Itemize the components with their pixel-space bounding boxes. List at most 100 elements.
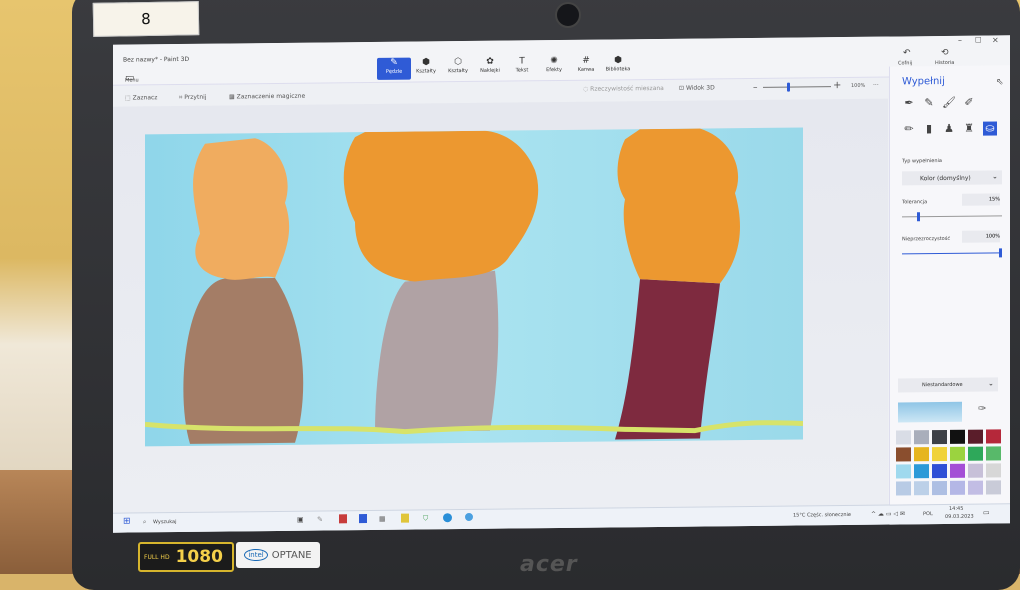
taskbar-app-icon[interactable]: ✎ — [317, 515, 323, 523]
color-swatch[interactable] — [986, 446, 1001, 461]
tool-naklejki-button[interactable]: ✿ Naklejki — [473, 57, 507, 79]
tool-tekst-button[interactable]: T Tekst — [505, 56, 539, 78]
color-swatch[interactable] — [932, 463, 947, 479]
zoom-slider-thumb[interactable] — [787, 82, 790, 92]
search-icon[interactable]: ⌕ — [143, 518, 146, 526]
file-explorer-icon[interactable] — [401, 513, 409, 523]
shield-icon[interactable]: ⛉ — [423, 514, 428, 523]
tool-pędzle-button[interactable]: ✎ Pędzle — [377, 57, 411, 80]
color-swatch[interactable] — [986, 429, 1001, 444]
oil-brush-icon[interactable]: 🖌 — [942, 96, 956, 110]
mixed-reality-button[interactable]: ◌ Rzeczywistość mieszana — [583, 85, 664, 93]
finish-dropdown[interactable]: Niestandardowe ⌄ — [898, 377, 998, 393]
view3d-button[interactable]: ⊡ Widok 3D — [679, 84, 715, 91]
crop-tool[interactable]: ⌗ Przytnij — [179, 94, 206, 102]
color-swatch[interactable] — [896, 481, 911, 496]
fill-bucket-icon[interactable]: ⛀ — [983, 121, 997, 136]
taskbar-app-icon[interactable] — [359, 514, 367, 524]
tool-label: Biblioteka — [605, 66, 631, 73]
marker-icon[interactable]: ✒ — [902, 96, 916, 110]
eraser-icon[interactable]: ▮ — [922, 122, 936, 136]
full-hd-sticker: FULL HD 1080 — [138, 542, 234, 572]
opacity-slider[interactable] — [902, 252, 1002, 255]
close-button[interactable]: × — [992, 35, 999, 44]
fill-type-dropdown[interactable]: Kolor (domyślny) ⌄ — [902, 170, 1002, 186]
opacity-input[interactable]: 100% — [962, 230, 1000, 243]
more-button[interactable]: ··· — [873, 82, 879, 89]
weather[interactable]: 15°C Częśc. słonecznie — [793, 512, 851, 519]
crayon-icon[interactable]: ♟ — [942, 122, 956, 136]
color-swatch[interactable] — [932, 446, 947, 462]
tool-kanwa-button[interactable]: # Kanwa — [569, 56, 603, 78]
zoom-in-icon[interactable]: + — [833, 80, 841, 91]
color-swatch[interactable] — [932, 429, 947, 445]
notification-icon[interactable]: ▭ — [983, 509, 990, 517]
language[interactable]: POL — [923, 511, 933, 517]
tool-glyph-icon: ✎ — [390, 57, 398, 68]
tolerance-slider-thumb[interactable] — [916, 212, 920, 222]
taskbar-search[interactable]: Wyszukaj — [153, 519, 176, 525]
current-color-preview — [898, 401, 962, 423]
watercolor-icon[interactable]: ✐ — [962, 96, 976, 110]
taskbar-app-icon[interactable] — [465, 512, 473, 522]
undo-icon[interactable]: ↶ — [903, 48, 911, 58]
color-swatch[interactable] — [986, 463, 1001, 478]
color-swatch[interactable] — [968, 463, 983, 478]
color-swatch[interactable] — [896, 447, 911, 462]
zoom-slider[interactable] — [763, 86, 831, 88]
view3d-label: Widok 3D — [685, 84, 715, 92]
color-swatch[interactable] — [896, 430, 911, 445]
full-hd-label: FULL HD — [144, 553, 170, 561]
laptop-screen: Bez nazwy* - Paint 3D ▭ Menu ✎ Pędzle ⬢ Ksz… — [113, 35, 1010, 533]
magic-select-tool[interactable]: ▦ Zaznaczenie magiczne — [229, 93, 305, 101]
color-swatch[interactable] — [896, 464, 911, 479]
opacity-slider-thumb[interactable] — [999, 248, 1002, 258]
edge-icon[interactable] — [443, 513, 452, 523]
color-swatch[interactable] — [950, 446, 965, 461]
select-tool[interactable]: ⬚ Zaznacz — [125, 94, 157, 101]
calligraphy-pen-icon[interactable]: ✎ — [922, 96, 936, 110]
tool-biblioteka-button[interactable]: ⬢ Biblioteka — [601, 55, 635, 77]
eyedropper-icon[interactable]: ✑ — [978, 404, 986, 415]
chevron-down-icon: ⌄ — [988, 379, 994, 388]
windows-start-icon[interactable]: ⊞ — [123, 517, 131, 527]
chevron-down-icon: ⌄ — [992, 172, 998, 181]
spray-icon[interactable]: ♜ — [962, 122, 976, 136]
color-swatch[interactable] — [950, 429, 965, 444]
color-swatch[interactable] — [950, 480, 965, 495]
zoom-out-icon[interactable]: – — [753, 83, 758, 93]
intel-optane-sticker: intel OPTANE — [236, 542, 320, 568]
tool-kształty-button[interactable]: ⬡ Kształty — [441, 57, 475, 79]
tool-kształty-button[interactable]: ⬢ Kształty — [409, 57, 443, 79]
tool-glyph-icon: ⬡ — [454, 57, 462, 68]
tray-icons[interactable]: ^ ☁ ▭ ◁ ✉ — [871, 510, 905, 517]
maximize-button[interactable]: □ — [975, 36, 982, 44]
clock-date[interactable]: 09.03.2023 — [945, 514, 974, 520]
full-hd-value: 1080 — [175, 547, 223, 567]
tool-glyph-icon: # — [582, 55, 590, 66]
color-swatch[interactable] — [968, 429, 983, 444]
color-swatch[interactable] — [914, 481, 929, 496]
cursor-icon: ⇖ — [996, 77, 1004, 88]
history-icon[interactable]: ⟲ — [941, 48, 949, 58]
tool-glyph-icon: ✿ — [486, 56, 494, 67]
color-swatch[interactable] — [914, 430, 929, 445]
color-swatch[interactable] — [932, 480, 947, 496]
tool-efekty-button[interactable]: ✺ Efekty — [537, 56, 571, 78]
drawing-canvas[interactable] — [144, 127, 804, 447]
color-swatch[interactable] — [986, 480, 1001, 495]
tolerance-input[interactable]: 15% — [962, 193, 1000, 206]
clock-time[interactable]: 14:45 — [949, 506, 963, 512]
taskbar-app-icon[interactable]: ▦ — [379, 515, 386, 523]
pencil-icon[interactable]: ✏ — [902, 122, 916, 136]
tolerance-value: 15% — [988, 196, 1000, 203]
taskbar-app-icon[interactable] — [339, 514, 347, 524]
color-swatch[interactable] — [968, 480, 983, 495]
minimize-button[interactable]: – — [958, 36, 962, 45]
color-swatch[interactable] — [968, 446, 983, 461]
color-swatch[interactable] — [914, 447, 929, 462]
taskview-icon[interactable]: ▣ — [297, 516, 304, 524]
color-swatch[interactable] — [950, 463, 965, 478]
color-swatch[interactable] — [914, 464, 929, 479]
number-sticker: 8 — [92, 1, 200, 37]
